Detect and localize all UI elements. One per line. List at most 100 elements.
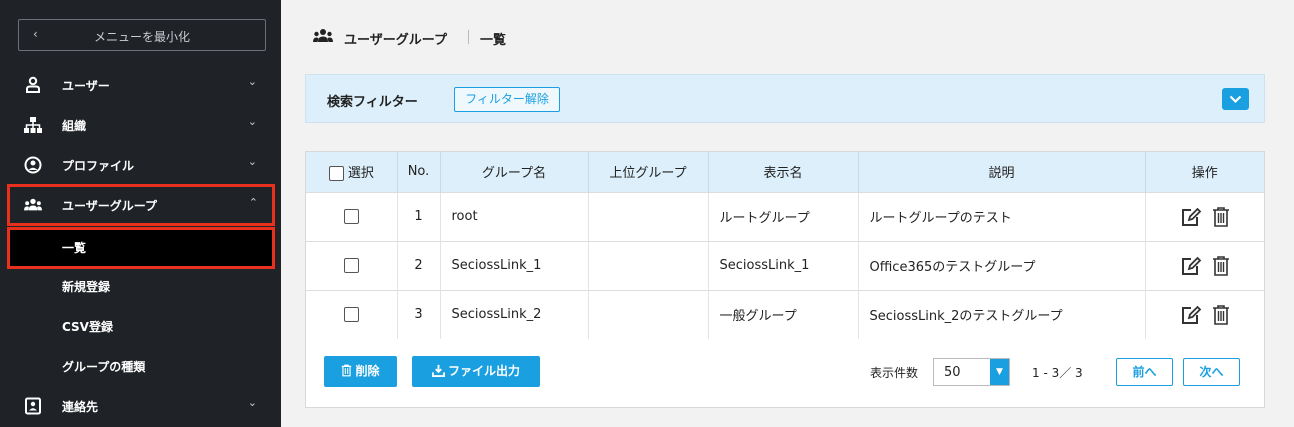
sidebar-item-label: ユーザーグループ [62,199,158,213]
active-highlight [7,227,275,269]
sidebar-subitem-label: グループの種類 [62,360,146,374]
row-group-name: SeciossLink_1 [440,240,589,290]
trash-icon [342,364,352,377]
row-no: 3 [397,289,441,339]
row-select-cell [306,289,398,339]
row-actions [1145,191,1264,241]
column-header-label: 選択 [347,166,374,182]
row-group-name: root [440,191,589,241]
sidebar-item-label: 連絡先 [62,400,99,414]
row-display-name: SeciossLink_1 [708,240,859,290]
sidebar-subitem-list[interactable]: 一覧 [7,227,275,269]
page-count-select[interactable]: 50 ▼ [933,358,1010,386]
edit-icon[interactable] [1180,207,1202,227]
row-select-cell [306,191,398,241]
page-title-text: ユーザーグループ [344,33,447,48]
search-filter-label: 検索フィルター [327,95,418,110]
users-group-icon [24,198,42,211]
export-file-button[interactable]: ファイル出力 [412,356,540,387]
column-header-parent-group: 上位グループ [588,152,709,192]
row-parent-group [588,240,709,290]
row-no: 1 [397,191,441,241]
edit-icon[interactable] [1180,256,1202,276]
delete-button[interactable]: 削除 [324,356,397,387]
row-checkbox[interactable] [343,258,359,273]
row-group-name: SeciossLink_2 [440,289,589,339]
sidebar-subitem-group-types[interactable]: グループの種類 [0,346,281,386]
user-icon [26,76,40,93]
group-table: 選択 No. グループ名 上位グループ 表示名 説明 操作 1 root ルート… [306,152,1264,339]
sidebar-item-organization[interactable]: 組織 ⌄ [0,105,281,145]
select-all-checkbox[interactable] [328,166,344,182]
row-display-name: 一般グループ [708,289,859,339]
minimize-menu-label: メニューを最小化 [93,30,190,44]
contact-icon [25,397,41,415]
dropdown-arrow-icon: ▼ [990,359,1009,385]
edit-icon[interactable] [1180,305,1202,325]
chevron-up-icon: ⌃ [248,196,258,209]
chevron-down-icon: ⌄ [247,155,257,168]
row-parent-group [588,289,709,339]
sidebar: ‹ メニューを最小化 ユーザー ⌄ 組織 ⌄ プロファイル ⌄ ユーザーグループ… [0,0,281,427]
page-count-value: 50 [944,365,961,380]
trash-icon[interactable] [1212,304,1230,326]
chevron-down-icon: ⌄ [247,396,257,409]
sidebar-subitem-label: 新規登録 [62,280,111,294]
row-display-name: ルートグループ [708,191,859,241]
org-chart-icon [24,117,42,133]
row-no: 2 [397,240,441,290]
sidebar-item-profile[interactable]: プロファイル ⌄ [0,145,281,185]
chevron-down-icon: ⌄ [247,75,257,88]
row-actions [1145,240,1264,290]
column-header-select: 選択 [306,152,398,192]
column-header-no: No. [397,152,441,192]
users-group-icon [313,29,333,42]
chevron-down-icon: ⌄ [247,115,257,128]
row-description: SeciossLink_2のテストグループ [858,289,1146,339]
row-parent-group [588,191,709,241]
sidebar-item-contacts[interactable]: 連絡先 ⌄ [0,386,281,426]
table-header-row: 選択 No. グループ名 上位グループ 表示名 説明 操作 [306,152,1264,192]
pagination-range: 1 - 3／ 3 [1032,366,1083,380]
search-filter-bar: 検索フィルター フィルター解除 [305,74,1265,123]
filter-expand-button[interactable] [1222,88,1249,110]
table-row: 2 SeciossLink_1 SeciossLink_1 Office365の… [306,240,1264,290]
row-checkbox[interactable] [343,307,359,323]
sidebar-subitem-label: 一覧 [62,241,87,255]
row-description: ルートグループのテスト [858,191,1146,241]
sidebar-subitem-csv[interactable]: CSV登録 [0,306,281,346]
chevron-down-icon [1229,95,1242,104]
title-divider [468,30,469,44]
table-footer: 削除 ファイル出力 表示件数 50 ▼ 1 - 3／ 3 前へ 次へ [306,342,1264,407]
trash-icon[interactable] [1212,206,1230,228]
sidebar-item-user-group[interactable]: ユーザーグループ ⌃ [7,184,275,226]
download-icon [431,364,445,377]
group-table-panel: 選択 No. グループ名 上位グループ 表示名 説明 操作 1 root ルート… [305,151,1265,408]
minimize-menu-button[interactable]: ‹ メニューを最小化 [18,19,266,51]
clear-filter-button[interactable]: フィルター解除 [454,87,560,112]
table-row: 3 SeciossLink_2 一般グループ SeciossLink_2のテスト… [306,289,1264,339]
row-checkbox[interactable] [343,209,359,224]
column-header-description: 説明 [858,152,1146,192]
row-description: Office365のテストグループ [858,240,1146,290]
row-select-cell [306,240,398,290]
row-actions [1145,289,1264,339]
prev-page-button[interactable]: 前へ [1116,358,1173,386]
sidebar-subitem-label: CSV登録 [62,320,113,334]
column-header-group-name: グループ名 [440,152,589,192]
page-subtitle: 一覧 [480,33,507,48]
export-button-label: ファイル出力 [447,364,520,378]
profile-icon [24,156,42,174]
trash-icon[interactable] [1212,255,1230,277]
sidebar-item-label: ユーザー [62,79,110,93]
table-row: 1 root ルートグループ ルートグループのテスト [306,191,1264,241]
sidebar-item-label: プロファイル [62,159,135,173]
column-header-display-name: 表示名 [708,152,859,192]
sidebar-item-user[interactable]: ユーザー ⌄ [0,65,281,105]
sidebar-subitem-new[interactable]: 新規登録 [0,266,281,306]
column-header-actions: 操作 [1145,152,1264,192]
next-page-button[interactable]: 次へ [1183,358,1240,386]
page-count-label: 表示件数 [870,366,919,380]
delete-button-label: 削除 [355,364,380,378]
sidebar-item-label: 組織 [62,119,87,133]
